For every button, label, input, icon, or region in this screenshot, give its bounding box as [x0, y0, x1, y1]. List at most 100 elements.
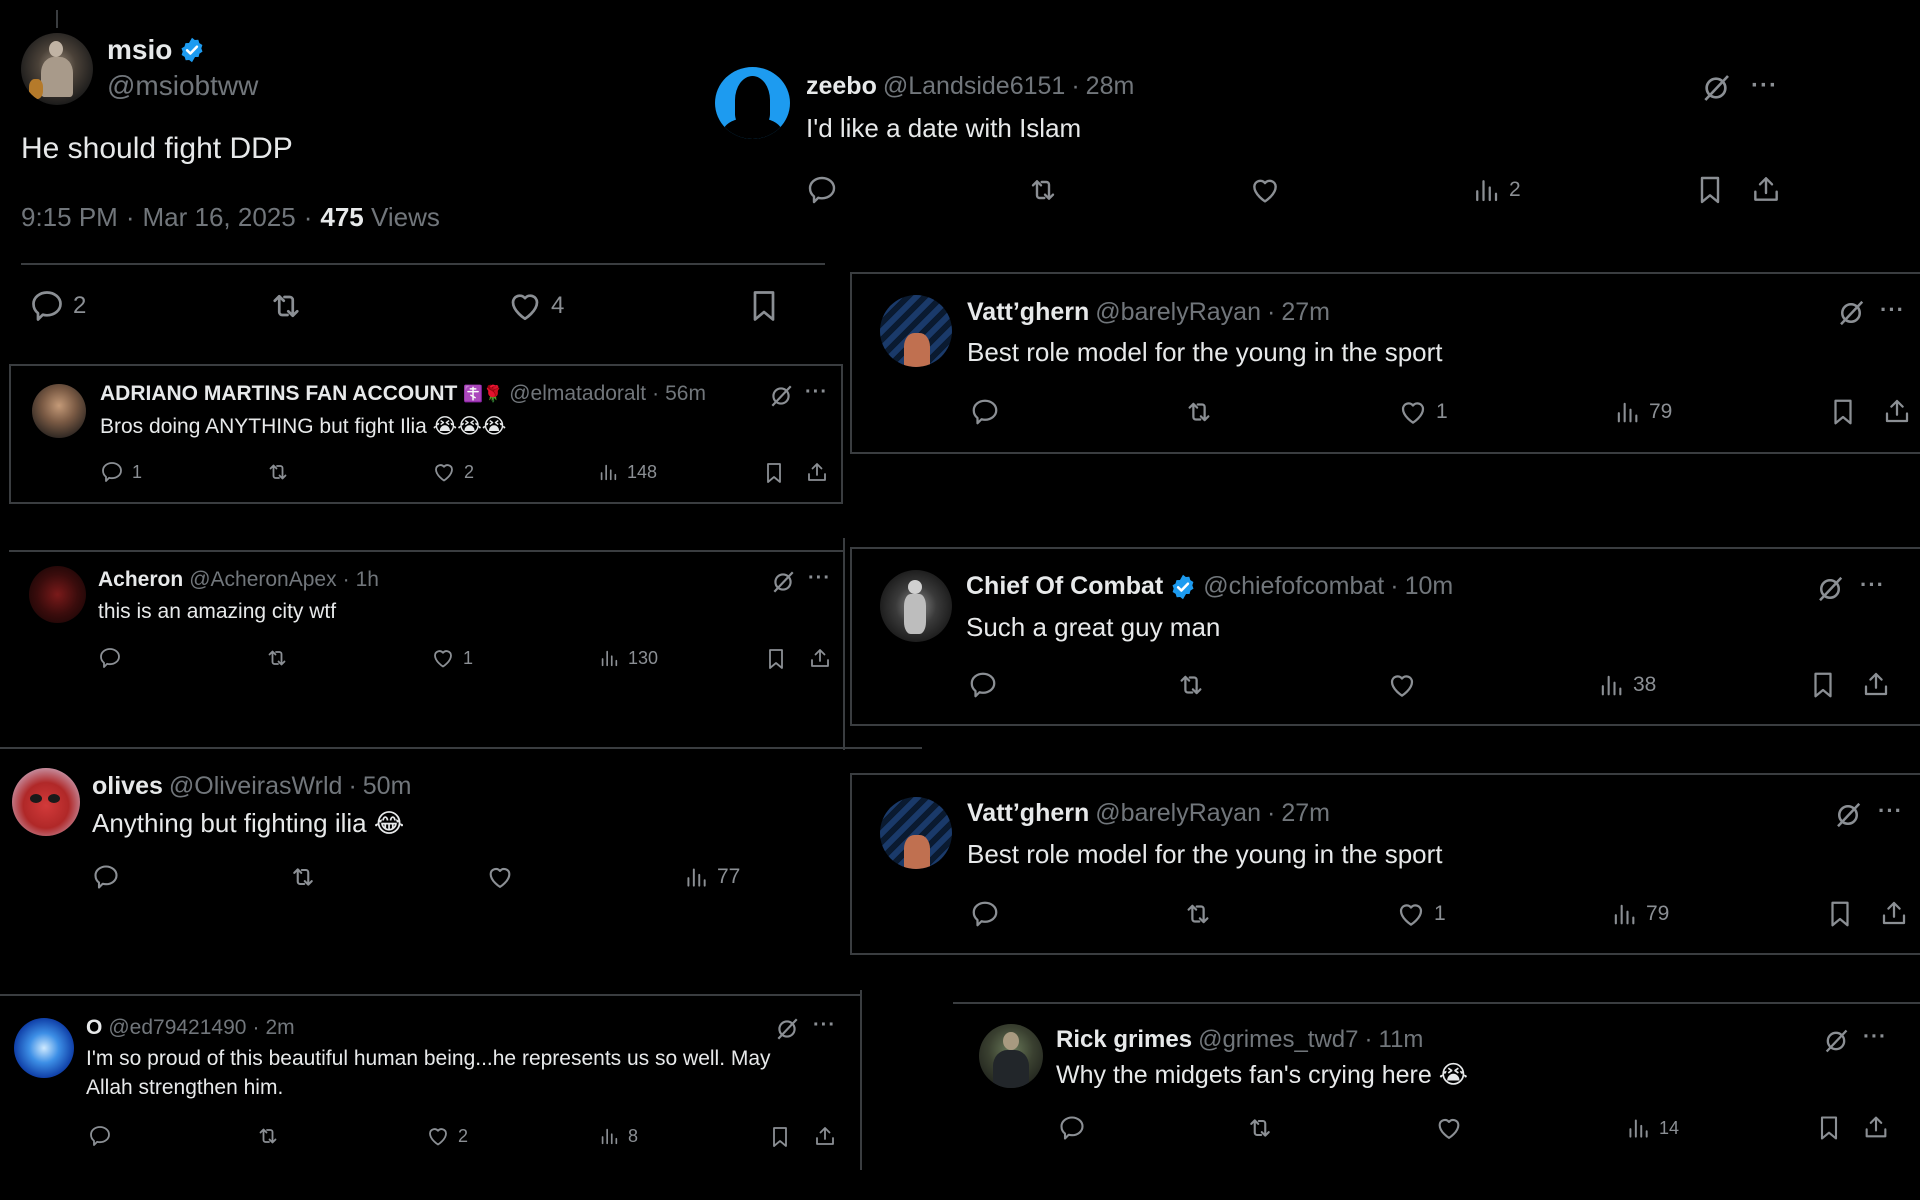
avatar-adriano[interactable]: [32, 384, 86, 438]
views-button[interactable]: 38: [1597, 670, 1656, 700]
avatar-vatt[interactable]: [880, 797, 952, 869]
reply-button[interactable]: [88, 1124, 112, 1148]
bookmark-button[interactable]: [768, 1124, 792, 1150]
bookmark-button[interactable]: [762, 460, 786, 486]
like-button[interactable]: 2: [432, 460, 474, 484]
bookmark-button[interactable]: [1815, 1113, 1843, 1143]
reply-button[interactable]: [92, 863, 120, 891]
like-button[interactable]: 1: [431, 646, 473, 670]
avatar-rick[interactable]: [979, 1024, 1043, 1088]
repost-button[interactable]: [1026, 174, 1060, 206]
handle[interactable]: @chiefofcombat: [1203, 572, 1384, 601]
like-button[interactable]: [1387, 670, 1417, 700]
handle[interactable]: @barelyRayan: [1095, 799, 1261, 828]
grok-button[interactable]: [774, 1016, 800, 1047]
handle[interactable]: @AcheronApex: [189, 568, 336, 592]
timestamp[interactable]: 28m: [1086, 72, 1135, 101]
reply-button[interactable]: [1058, 1114, 1086, 1142]
timestamp[interactable]: 10m: [1405, 572, 1454, 601]
avatar-chief[interactable]: [880, 570, 952, 642]
display-name[interactable]: Rick grimes: [1056, 1026, 1192, 1054]
tweet-time[interactable]: 9:15 PM: [21, 202, 118, 233]
more-button[interactable]: ···: [1751, 72, 1778, 100]
display-name[interactable]: O: [86, 1016, 102, 1040]
bookmark-button[interactable]: [1828, 396, 1858, 428]
avatar-vatt[interactable]: [880, 295, 952, 367]
views-button[interactable]: 130: [598, 646, 658, 670]
handle[interactable]: @OliveirasWrld: [169, 772, 343, 801]
grok-button[interactable]: [1700, 72, 1732, 109]
more-button[interactable]: ···: [808, 567, 831, 590]
display-name[interactable]: Chief Of Combat: [966, 572, 1163, 601]
display-name[interactable]: Vatt’ghern: [967, 298, 1089, 327]
share-button[interactable]: [813, 1123, 837, 1149]
repost-button[interactable]: [265, 460, 291, 484]
reply-button[interactable]: [806, 174, 838, 206]
like-button[interactable]: 1: [1396, 899, 1446, 929]
display-name[interactable]: zeebo: [806, 72, 877, 101]
views-button[interactable]: 8: [598, 1124, 638, 1148]
avatar-olives[interactable]: [12, 768, 80, 836]
views-button[interactable]: 2: [1471, 174, 1521, 206]
avatar-o[interactable]: [14, 1018, 74, 1078]
grok-button[interactable]: [1822, 1027, 1850, 1060]
like-button[interactable]: 1: [1398, 397, 1448, 427]
views-button[interactable]: 79: [1610, 899, 1669, 929]
like-button[interactable]: [1435, 1114, 1463, 1142]
like-button[interactable]: 2: [426, 1124, 468, 1148]
repost-button[interactable]: [1245, 1114, 1275, 1142]
share-button[interactable]: [1750, 172, 1782, 206]
repost-button[interactable]: [264, 646, 290, 670]
handle[interactable]: @barelyRayan: [1095, 298, 1261, 327]
repost-button[interactable]: [1175, 670, 1207, 700]
more-button[interactable]: ···: [1878, 798, 1903, 824]
views-button[interactable]: 14: [1625, 1114, 1679, 1142]
views-button[interactable]: 77: [683, 863, 740, 891]
grok-button[interactable]: [1815, 574, 1845, 609]
like-button[interactable]: [486, 863, 514, 891]
more-button[interactable]: ···: [813, 1014, 836, 1037]
grok-button[interactable]: [770, 569, 796, 600]
reply-button[interactable]: [970, 397, 1000, 427]
share-button[interactable]: [808, 645, 832, 671]
reply-button[interactable]: 1: [100, 460, 142, 484]
handle[interactable]: @Landside6151: [883, 72, 1065, 101]
like-button[interactable]: [1249, 174, 1281, 206]
display-name[interactable]: ADRIANO MARTINS FAN ACCOUNT: [100, 382, 457, 406]
repost-button[interactable]: [1182, 899, 1214, 929]
timestamp[interactable]: 11m: [1379, 1026, 1424, 1054]
reply-button[interactable]: 2: [29, 288, 86, 324]
display-name[interactable]: Vatt’ghern: [967, 799, 1089, 828]
share-button[interactable]: [1882, 395, 1912, 427]
bookmark-button[interactable]: [1808, 669, 1838, 701]
like-button[interactable]: 4: [507, 288, 564, 324]
reply-button[interactable]: [98, 646, 122, 670]
grok-button[interactable]: [1836, 298, 1866, 333]
avatar-acheron[interactable]: [29, 566, 86, 623]
share-button[interactable]: [1861, 668, 1891, 700]
timestamp[interactable]: 56m: [665, 382, 706, 406]
timestamp[interactable]: 50m: [363, 772, 412, 801]
share-button[interactable]: [1879, 897, 1909, 929]
reply-button[interactable]: [968, 670, 998, 700]
repost-button[interactable]: [1183, 397, 1215, 427]
bookmark-button[interactable]: [746, 287, 782, 325]
display-name[interactable]: msio: [107, 34, 172, 66]
repost-button[interactable]: [288, 863, 318, 891]
handle[interactable]: @grimes_twd7: [1198, 1026, 1358, 1054]
views-button[interactable]: 79: [1613, 397, 1672, 427]
more-button[interactable]: ···: [1863, 1025, 1887, 1049]
more-button[interactable]: ···: [805, 381, 828, 404]
share-button[interactable]: [1862, 1112, 1890, 1142]
more-button[interactable]: ···: [1880, 297, 1905, 323]
grok-button[interactable]: [1833, 800, 1863, 835]
timestamp[interactable]: 2m: [265, 1016, 294, 1040]
bookmark-button[interactable]: [1825, 898, 1855, 930]
timestamp[interactable]: 1h: [356, 568, 379, 592]
handle[interactable]: @msiobtww: [107, 70, 258, 102]
share-button[interactable]: [805, 459, 829, 485]
tweet-date[interactable]: Mar 16, 2025: [143, 202, 296, 233]
handle[interactable]: @elmatadoralt: [509, 382, 646, 406]
timestamp[interactable]: 27m: [1281, 298, 1330, 327]
display-name[interactable]: olives: [92, 772, 163, 801]
